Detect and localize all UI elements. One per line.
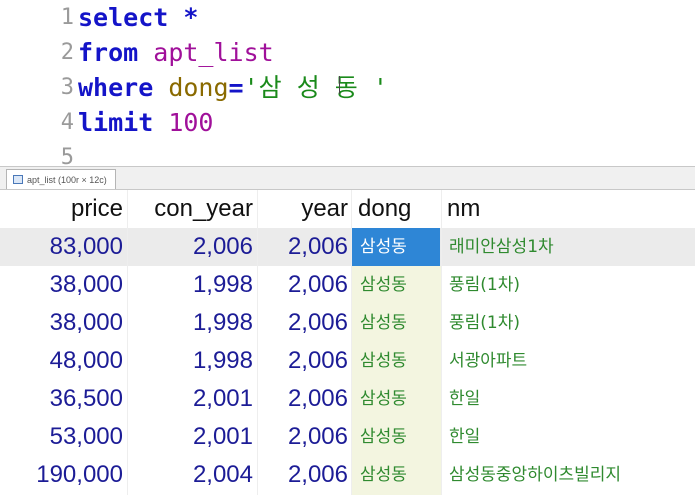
cell-price[interactable]: 53,000 (0, 418, 125, 456)
code-token: * (183, 3, 199, 32)
cell-dong[interactable]: 삼성동 (352, 380, 440, 418)
cell-nm[interactable]: 삼성동중앙하이츠빌리지 (441, 456, 695, 494)
cell-con-year[interactable]: 1,998 (130, 304, 255, 342)
grid-header-row: price con_year year dong nm (0, 190, 695, 228)
cell-con-year[interactable]: 1,998 (130, 266, 255, 304)
result-tab[interactable]: apt_list (100r × 12c) (6, 169, 116, 189)
cell-year[interactable]: 2,006 (260, 380, 350, 418)
cell-con-year[interactable]: 1,998 (130, 342, 255, 380)
column-header-price[interactable]: price (0, 190, 125, 228)
column-header-con-year[interactable]: con_year (130, 190, 255, 228)
text-cursor (339, 76, 340, 94)
cell-con-year[interactable]: 2,001 (130, 418, 255, 456)
line-number: 3 (60, 75, 74, 100)
cell-con-year[interactable]: 2,006 (130, 228, 255, 266)
result-tab-bar: apt_list (100r × 12c) (0, 166, 695, 190)
cell-dong[interactable]: 삼성동 (352, 266, 440, 304)
cell-dong[interactable]: 삼성동 (352, 342, 440, 380)
cell-year[interactable]: 2,006 (260, 304, 350, 342)
result-grid[interactable]: price con_year year dong nm 83,000 2,006 2… (0, 190, 695, 495)
table-row[interactable]: 190,000 2,004 2,006 삼성동 삼성동중앙하이츠빌리지 (0, 456, 695, 494)
cell-dong[interactable]: 삼성동 (352, 304, 440, 342)
cell-year[interactable]: 2,006 (260, 266, 350, 304)
cell-price[interactable]: 190,000 (0, 456, 125, 494)
cell-year[interactable]: 2,006 (260, 418, 350, 456)
code-text: where dong='삼 성 동 ' (78, 70, 388, 105)
column-header-dong[interactable]: dong (352, 190, 440, 228)
cell-dong[interactable]: 삼성동 (352, 456, 440, 494)
code-token: '삼 성 동 ' (243, 73, 388, 102)
cell-price[interactable]: 38,000 (0, 266, 125, 304)
cell-con-year[interactable]: 2,004 (130, 456, 255, 494)
code-text: select * (78, 0, 198, 35)
cell-price[interactable]: 48,000 (0, 342, 125, 380)
sql-editor[interactable]: 1 select * 2 from apt_list 3 where dong='삼 성 … (0, 0, 695, 165)
table-row[interactable]: 38,000 1,998 2,006 삼성동 풍림(1차) (0, 266, 695, 304)
editor-line[interactable]: 1 select * (0, 0, 695, 35)
code-text: limit 100 (78, 105, 213, 140)
editor-line[interactable]: 4 limit 100 (0, 105, 695, 140)
cell-price[interactable]: 36,500 (0, 380, 125, 418)
cell-price[interactable]: 83,000 (0, 228, 125, 266)
table-row[interactable]: 36,500 2,001 2,006 삼성동 한일 (0, 380, 695, 418)
editor-line[interactable]: 2 from apt_list (0, 35, 695, 70)
table-row[interactable]: 53,000 2,001 2,006 삼성동 한일 (0, 418, 695, 456)
code-token: select (78, 3, 169, 32)
cell-dong[interactable]: 삼성동 (352, 228, 440, 266)
code-token: from (78, 38, 139, 67)
code-token: where (78, 73, 154, 102)
code-text: from apt_list (78, 35, 274, 70)
line-number: 2 (60, 40, 74, 65)
code-token: dong (168, 73, 229, 102)
editor-line[interactable]: 3 where dong='삼 성 동 ' (0, 70, 695, 105)
column-header-nm[interactable]: nm (441, 190, 695, 228)
result-tab-label: apt_list (100r × 12c) (27, 174, 107, 185)
line-number: 1 (60, 5, 74, 30)
cell-nm[interactable]: 한일 (441, 380, 695, 418)
cell-nm[interactable]: 한일 (441, 418, 695, 456)
code-token: = (228, 73, 244, 102)
column-header-year[interactable]: year (260, 190, 350, 228)
cell-price[interactable]: 38,000 (0, 304, 125, 342)
table-row[interactable]: 48,000 1,998 2,006 삼성동 서광아파트 (0, 342, 695, 380)
code-token: 100 (168, 108, 214, 137)
cell-year[interactable]: 2,006 (260, 228, 350, 266)
line-number: 4 (60, 110, 74, 135)
table-icon (13, 175, 23, 184)
cell-nm[interactable]: 풍림(1차) (441, 304, 695, 342)
line-number: 5 (60, 145, 74, 165)
cell-nm[interactable]: 서광아파트 (441, 342, 695, 380)
code-token: apt_list (153, 38, 274, 67)
column-divider (441, 190, 442, 495)
cell-dong[interactable]: 삼성동 (352, 418, 440, 456)
code-token: limit (78, 108, 154, 137)
column-divider (257, 190, 258, 495)
cell-nm[interactable]: 풍림(1차) (441, 266, 695, 304)
cell-year[interactable]: 2,006 (260, 456, 350, 494)
column-divider (351, 190, 352, 495)
table-row[interactable]: 83,000 2,006 2,006 삼성동 래미안삼성1차 (0, 228, 695, 266)
cell-nm[interactable]: 래미안삼성1차 (441, 228, 695, 266)
column-divider (127, 190, 128, 495)
editor-line[interactable]: 5 (0, 140, 695, 165)
cell-year[interactable]: 2,006 (260, 342, 350, 380)
cell-con-year[interactable]: 2,001 (130, 380, 255, 418)
table-row[interactable]: 38,000 1,998 2,006 삼성동 풍림(1차) (0, 304, 695, 342)
